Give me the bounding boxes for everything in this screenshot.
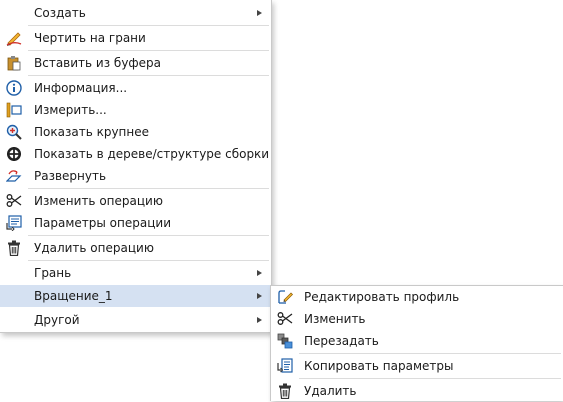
menu-item-info[interactable]: Информация...	[0, 77, 271, 99]
menu-item-measure[interactable]: Измерить...	[0, 99, 271, 121]
submenu-item-copy-params[interactable]: Копировать параметры	[271, 355, 563, 377]
measure-icon	[6, 102, 22, 118]
menu-item-create[interactable]: Создать	[0, 2, 271, 24]
menu-item-label: Показать в дереве/структуре сборки	[34, 147, 270, 161]
edit-profile-icon	[277, 289, 293, 305]
menu-item-operation-params[interactable]: Параметры операции	[0, 212, 271, 234]
trash-icon	[277, 383, 293, 399]
expand-icon	[6, 168, 22, 184]
menu-item-label: Развернуть	[34, 169, 107, 183]
menu-item-label: Вращение_1	[34, 289, 113, 303]
pencil-face-icon	[6, 30, 22, 46]
separator	[28, 235, 269, 236]
rotation-submenu: Редактировать профиль Изменить Перезадат…	[270, 285, 563, 401]
menu-item-label: Грань	[34, 266, 72, 280]
submenu-item-redefine[interactable]: Перезадать	[271, 330, 563, 352]
submenu-item-edit-profile[interactable]: Редактировать профиль	[271, 286, 563, 308]
submenu-arrow-icon	[257, 10, 262, 16]
copy-params-icon	[277, 358, 293, 374]
separator	[299, 378, 561, 379]
separator	[299, 353, 561, 354]
redefine-icon	[277, 333, 293, 349]
submenu-arrow-icon	[257, 317, 262, 323]
menu-item-show-in-tree[interactable]: Показать в дереве/структуре сборки	[0, 143, 271, 165]
menu-item-edit-operation[interactable]: Изменить операцию	[0, 190, 271, 212]
menu-item-zoom[interactable]: Показать крупнее	[0, 121, 271, 143]
menu-item-label: Параметры операции	[34, 216, 171, 230]
submenu-item-modify[interactable]: Изменить	[271, 308, 563, 330]
menu-item-paste[interactable]: Вставить из буфера	[0, 52, 271, 74]
context-menu: Создать Чертить на грани Вставить из буф…	[0, 0, 272, 333]
scissors-icon	[6, 193, 22, 209]
info-icon	[6, 80, 22, 96]
menu-item-label: Вставить из буфера	[34, 56, 162, 70]
menu-item-label: Информация...	[34, 81, 128, 95]
menu-item-delete-operation[interactable]: Удалить операцию	[0, 237, 271, 259]
separator	[28, 188, 269, 189]
menu-item-label: Измерить...	[34, 103, 107, 117]
submenu-item-label: Копировать параметры	[304, 359, 454, 373]
menu-item-label: Чертить на грани	[34, 31, 146, 45]
menu-item-label: Создать	[34, 6, 86, 20]
submenu-item-label: Перезадать	[304, 334, 379, 348]
menu-item-label: Удалить операцию	[34, 241, 154, 255]
target-tree-icon	[6, 146, 22, 162]
menu-item-label: Изменить операцию	[34, 194, 163, 208]
menu-item-draw-on-face[interactable]: Чертить на грани	[0, 27, 271, 49]
menu-item-rotation[interactable]: Вращение_1	[0, 285, 271, 307]
separator	[28, 25, 269, 26]
separator	[28, 50, 269, 51]
separator	[28, 75, 269, 76]
zoom-in-icon	[6, 124, 22, 140]
trash-icon	[6, 240, 22, 256]
submenu-item-label: Изменить	[304, 312, 366, 326]
menu-item-label: Показать крупнее	[34, 125, 150, 139]
separator	[28, 260, 269, 261]
menu-item-other[interactable]: Другой	[0, 309, 271, 331]
scissors-icon	[277, 311, 293, 327]
menu-item-expand[interactable]: Развернуть	[0, 165, 271, 187]
clipboard-paste-icon	[6, 55, 22, 71]
submenu-item-label: Редактировать профиль	[304, 290, 460, 304]
params-icon	[6, 215, 22, 231]
menu-item-face[interactable]: Грань	[0, 262, 271, 284]
submenu-arrow-icon	[257, 270, 262, 276]
submenu-arrow-icon	[257, 293, 262, 299]
menu-item-label: Другой	[34, 313, 80, 327]
